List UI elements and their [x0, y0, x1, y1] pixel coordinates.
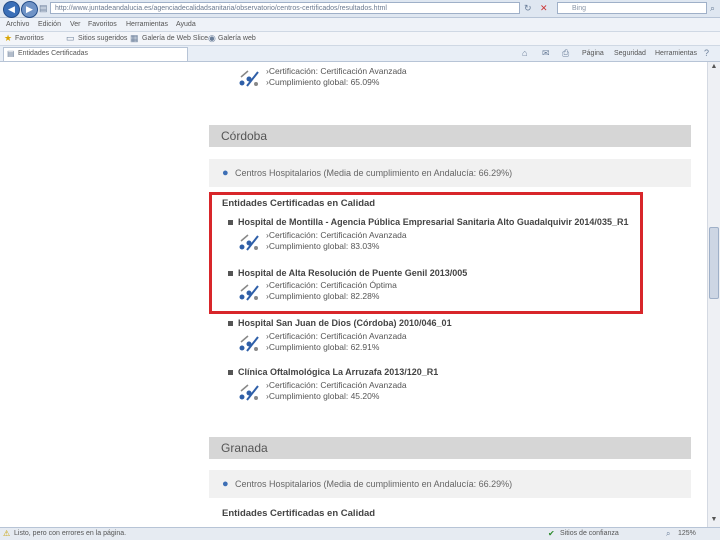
tool-herramientas[interactable]: Herramientas: [655, 50, 697, 57]
help-icon[interactable]: ?: [704, 48, 709, 58]
web-icon: ◉: [208, 33, 216, 43]
menu-favoritos[interactable]: Favoritos: [88, 21, 117, 28]
url-field[interactable]: http://www.juntadeandalucia.es/agenciade…: [50, 2, 520, 14]
refresh-icon[interactable]: ↻: [524, 3, 532, 14]
status-text: Listo, pero con errores en la página.: [14, 530, 127, 537]
address-bar: ◀ ▶ ▤ http://www.juntadeandalucia.es/age…: [0, 0, 720, 18]
status-bar: ⚠ Listo, pero con errores en la página. …: [0, 527, 720, 540]
fav-item[interactable]: Sitios sugeridos: [78, 35, 127, 42]
cert-compliance: ›Cumplimiento global: 45.20%: [266, 391, 380, 401]
map-pin-icon: ●: [222, 478, 229, 490]
tab-active[interactable]: ▤ Entidades Certificadas: [3, 47, 188, 61]
tab-title: Entidades Certificadas: [18, 50, 89, 57]
zoom-icon[interactable]: ⌕: [666, 529, 670, 539]
page-icon: ▤: [39, 3, 48, 13]
folder-icon: ▭: [66, 33, 75, 43]
section-title: Entidades Certificadas en Calidad: [222, 508, 376, 519]
centros-label[interactable]: Centros Hospitalarios (Media de cumplimi…: [235, 168, 512, 178]
entity-name[interactable]: Hospital San Juan de Dios (Córdoba) 2010…: [228, 318, 452, 328]
forward-icon[interactable]: ▶: [21, 1, 38, 18]
province-header-cordoba[interactable]: Córdoba: [209, 125, 691, 147]
back-icon[interactable]: ◀: [3, 1, 20, 18]
page-content: ›Certificación: Certificación Avanzada ›…: [0, 62, 707, 527]
zone-text: Sitios de confianza: [560, 530, 619, 537]
fav-item[interactable]: Galería de Web Slice: [142, 35, 208, 42]
bullet-icon: [228, 321, 233, 327]
centros-link-cordoba[interactable]: ● Centros Hospitalarios (Media de cumpli…: [209, 159, 691, 187]
tool-seguridad[interactable]: Seguridad: [614, 50, 646, 57]
search-input[interactable]: Bing: [557, 2, 707, 14]
menu-ayuda[interactable]: Ayuda: [176, 21, 196, 28]
tab-bar: ▤ Entidades Certificadas ⌂ ✉ ⎙ Página Se…: [0, 46, 720, 62]
trusted-sites-icon: ✔: [548, 529, 555, 538]
search-icon[interactable]: ⌕: [710, 3, 715, 14]
certification-icon: [239, 335, 259, 352]
highlight-box: [209, 192, 643, 314]
zoom-level[interactable]: 125%: [678, 530, 696, 537]
centros-link-granada[interactable]: ● Centros Hospitalarios (Media de cumpli…: [209, 470, 691, 498]
mail-icon[interactable]: ✉: [542, 48, 550, 59]
print-icon[interactable]: ⎙: [562, 48, 569, 59]
scroll-up-icon[interactable]: ▲: [709, 63, 719, 73]
menu-ver[interactable]: Ver: [70, 21, 81, 28]
menu-edicion[interactable]: Edición: [38, 21, 61, 28]
home-icon[interactable]: ⌂: [522, 48, 527, 58]
cert-level: ›Certificación: Certificación Avanzada: [266, 331, 407, 341]
favorites-button[interactable]: Favoritos: [15, 35, 44, 42]
cert-level: ›Certificación: Certificación Avanzada: [266, 66, 407, 76]
province-header-granada[interactable]: Granada: [209, 437, 691, 459]
tool-pagina[interactable]: Página: [582, 50, 604, 57]
menu-bar: Archivo Edición Ver Favoritos Herramient…: [0, 18, 720, 32]
menu-herramientas[interactable]: Herramientas: [126, 21, 168, 28]
tab-page-icon: ▤: [7, 49, 15, 58]
favorites-bar: ★ Favoritos ▭ Sitios sugeridos ▦ Galería…: [0, 32, 720, 46]
cert-level: ›Certificación: Certificación Avanzada: [266, 380, 407, 390]
bullet-icon: [228, 370, 233, 376]
star-icon: ★: [4, 33, 13, 43]
entity-name[interactable]: Clínica Oftalmológica La Arruzafa 2013/1…: [228, 367, 438, 377]
cert-compliance: ›Cumplimiento global: 65.09%: [266, 77, 380, 87]
centros-label[interactable]: Centros Hospitalarios (Media de cumplimi…: [235, 479, 512, 489]
scroll-down-icon[interactable]: ▼: [709, 516, 719, 526]
slice-icon: ▦: [130, 33, 139, 43]
scrollbar-thumb[interactable]: [709, 227, 719, 299]
vertical-scrollbar[interactable]: ▲ ▼: [707, 62, 720, 527]
stop-icon[interactable]: ✕: [540, 3, 548, 14]
map-pin-icon: ●: [222, 167, 229, 179]
certification-icon: [239, 384, 259, 401]
menu-archivo[interactable]: Archivo: [6, 21, 29, 28]
warning-icon[interactable]: ⚠: [3, 529, 10, 538]
certification-icon: [239, 70, 259, 87]
fav-item[interactable]: Galería web: [218, 35, 256, 42]
cert-compliance: ›Cumplimiento global: 62.91%: [266, 342, 380, 352]
